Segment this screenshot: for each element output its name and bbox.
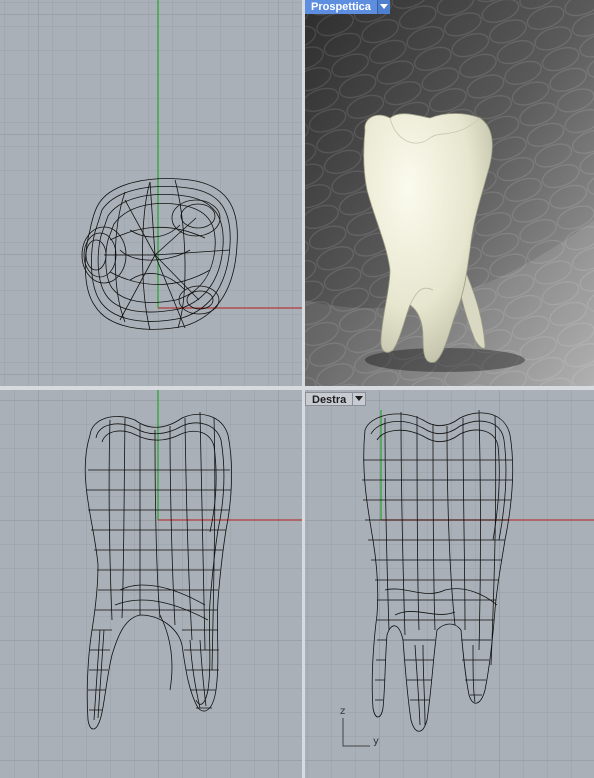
viewport-splitter-horizontal[interactable]: [0, 386, 594, 390]
axis-indicator: z y: [338, 706, 388, 754]
viewport-front[interactable]: [0, 390, 302, 778]
perspective-render-canvas: [305, 0, 594, 386]
chevron-down-icon[interactable]: [376, 0, 390, 14]
axis-indicator-icon: [342, 718, 370, 747]
axis-label-z: z: [340, 706, 346, 717]
viewport-top[interactable]: [0, 0, 302, 386]
axis-label-y: y: [373, 736, 379, 747]
right-viewport-title[interactable]: Destra: [305, 392, 367, 406]
right-title-label[interactable]: Destra: [305, 392, 353, 406]
perspective-title-label[interactable]: Prospettica: [305, 0, 377, 14]
front-view-canvas: [0, 390, 302, 778]
chevron-down-icon[interactable]: [352, 392, 367, 406]
top-view-canvas: [0, 0, 302, 386]
perspective-viewport-title[interactable]: Prospettica: [305, 0, 390, 14]
viewport-perspective[interactable]: Prospettica: [305, 0, 594, 386]
